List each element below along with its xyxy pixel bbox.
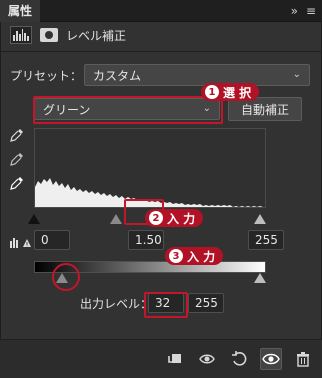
clip-to-layer-icon[interactable]: [164, 348, 186, 370]
annotation-badge-1: 1 選 択: [201, 83, 260, 101]
output-white-field[interactable]: 255: [188, 293, 224, 313]
footer-actions: [164, 348, 314, 370]
panel-title: レベル補正: [66, 28, 127, 43]
input-white-slider[interactable]: [254, 214, 266, 224]
eyedropper-group: [10, 128, 28, 196]
output-label: 出力レベル：: [80, 297, 153, 311]
panel-menu-icon[interactable]: ≡: [306, 4, 316, 18]
annotation-text-1: 選 択: [223, 85, 252, 100]
preset-row: プリセット： カスタム ⌄: [10, 64, 310, 86]
input-black-field[interactable]: 0: [34, 230, 70, 250]
output-white-slider[interactable]: [254, 273, 266, 283]
levels-histogram-icon[interactable]: [10, 26, 32, 44]
input-white-field[interactable]: 255: [248, 230, 284, 250]
input-white-value: 255: [255, 233, 278, 247]
eyedropper-white-icon[interactable]: [10, 176, 24, 190]
annotation-number-3: 3: [169, 249, 183, 263]
input-gamma-value: 1.50: [135, 233, 162, 247]
input-gamma-field[interactable]: 1.50: [128, 230, 164, 250]
tab-title: 属性: [8, 4, 33, 18]
annotation-text-3: 入 力: [187, 249, 216, 264]
panel-footer: [0, 339, 322, 378]
chevron-down-icon: ⌄: [292, 69, 301, 80]
preset-label: プリセット：: [10, 68, 83, 83]
input-black-slider[interactable]: [28, 214, 40, 224]
output-white-value: 255: [195, 296, 218, 310]
levels-histogram: [34, 128, 266, 208]
histogram-graphic: [35, 129, 265, 207]
preset-select-value: カスタム: [93, 68, 142, 83]
annotation-text-2: 入 力: [167, 211, 196, 226]
eyedropper-gray-icon[interactable]: [10, 152, 24, 166]
header-divider: [0, 51, 322, 52]
highlight-output-black-field: [144, 292, 188, 318]
input-black-value: 0: [41, 233, 49, 247]
collapse-panels-icon[interactable]: »: [291, 4, 298, 18]
tab-properties[interactable]: 属性: [0, 0, 41, 22]
tab-actions: » ≡: [291, 0, 316, 22]
panel-tabbar: 属性 » ≡: [0, 0, 322, 22]
preset-select[interactable]: カスタム ⌄: [84, 64, 310, 86]
clipping-warning-icon[interactable]: [10, 234, 32, 248]
annotation-badge-2: 2 入 力: [145, 209, 204, 227]
properties-header: レベル補正: [10, 24, 126, 46]
view-previous-state-icon[interactable]: [196, 348, 218, 370]
highlight-output-black-slider: [52, 263, 80, 291]
annotation-badge-3: 3 入 力: [165, 247, 224, 265]
visibility-eye-icon[interactable]: [260, 348, 282, 370]
trash-icon[interactable]: [292, 348, 314, 370]
highlight-channel-select: [33, 96, 223, 124]
input-gamma-slider[interactable]: [110, 214, 122, 224]
mask-icon[interactable]: [40, 28, 58, 42]
annotation-number-1: 1: [205, 85, 219, 99]
reset-icon[interactable]: [228, 348, 250, 370]
annotation-number-2: 2: [149, 211, 163, 225]
input-levels-row: 0 1.50 255: [10, 230, 310, 252]
eyedropper-black-icon[interactable]: [10, 128, 24, 142]
